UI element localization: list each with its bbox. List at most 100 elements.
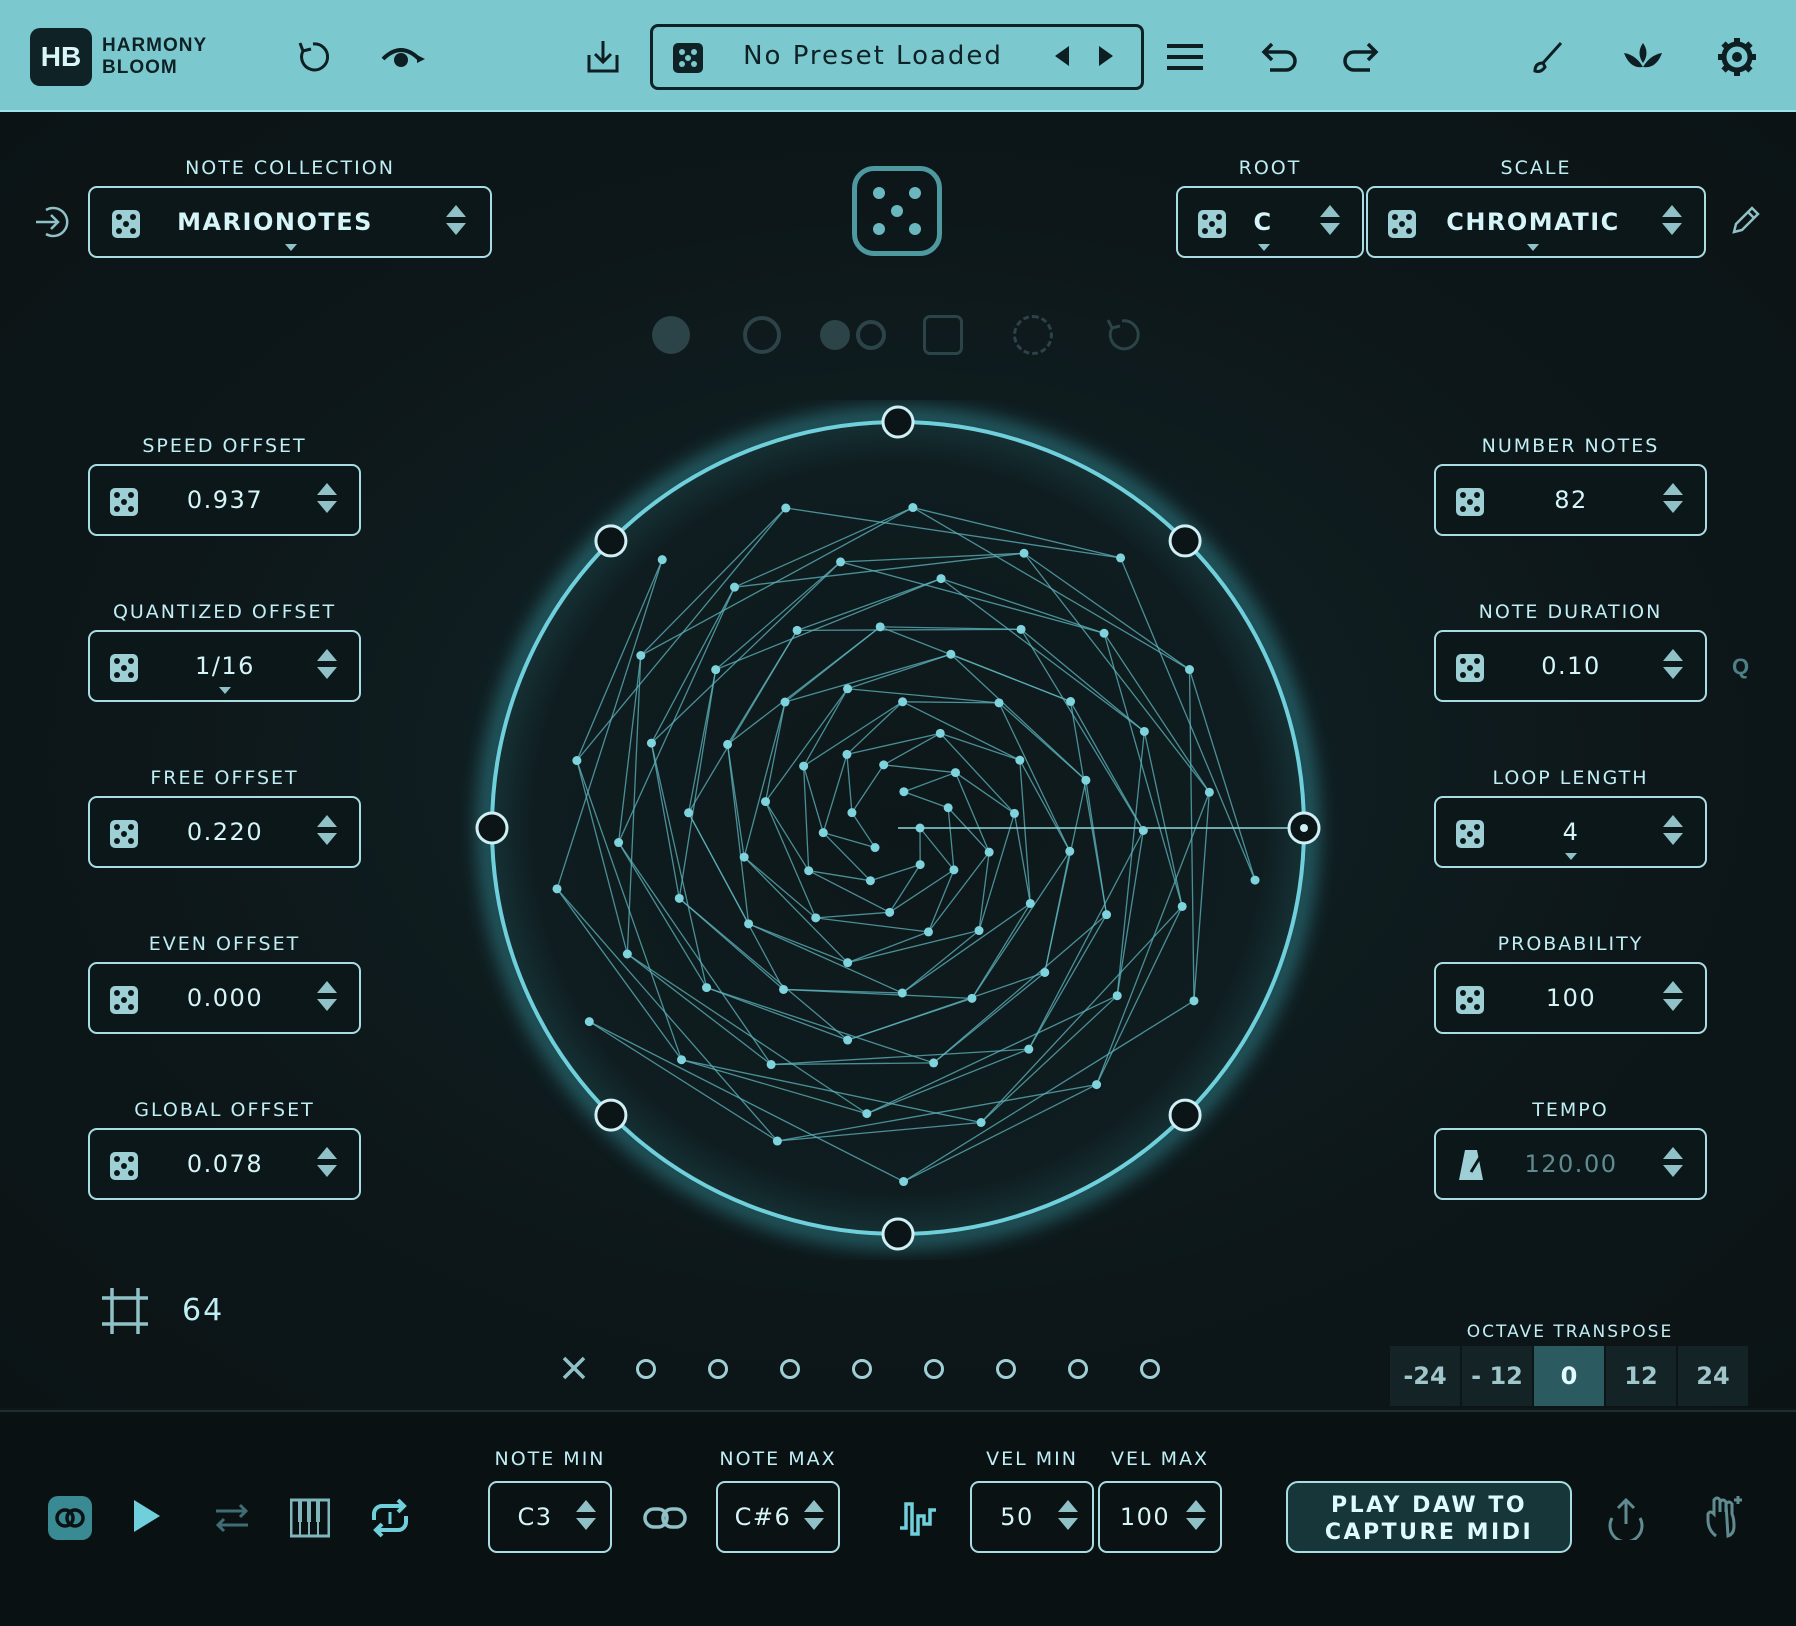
dice-icon[interactable] [1456, 986, 1484, 1014]
velocity-icon[interactable] [896, 1494, 942, 1540]
stepper-icon[interactable] [804, 1500, 824, 1530]
note-min-field[interactable]: C3 [488, 1481, 612, 1553]
edit-scale-icon[interactable] [1726, 204, 1762, 240]
number-notes-field[interactable]: 82 [1434, 464, 1707, 536]
stepper-icon[interactable] [1186, 1500, 1206, 1530]
quantize-toggle[interactable]: Q [1732, 654, 1749, 680]
probability-field[interactable]: 100 [1434, 962, 1707, 1034]
link-toggle-icon[interactable] [48, 1496, 92, 1540]
tempo-field[interactable]: 120.00 [1434, 1128, 1707, 1200]
mode-reset-icon[interactable] [1102, 315, 1142, 355]
free-offset-field[interactable]: 0.220 [88, 796, 361, 868]
note-max-field[interactable]: C#6 [716, 1481, 840, 1553]
grid-size-icon[interactable] [100, 1286, 150, 1336]
orbit-visualizer[interactable] [460, 400, 1340, 1260]
global-offset-field[interactable]: 0.078 [88, 1128, 361, 1200]
mode-double-icon[interactable] [820, 320, 850, 350]
lotus-icon[interactable] [1618, 34, 1668, 80]
dice-icon[interactable] [110, 1152, 138, 1180]
stepper-icon[interactable] [1320, 205, 1340, 235]
dice-icon[interactable] [110, 820, 138, 848]
dice-icon[interactable] [1456, 654, 1484, 682]
mode-single-icon[interactable] [652, 316, 690, 354]
dice-icon[interactable] [1198, 210, 1226, 238]
stepper-icon[interactable] [1663, 483, 1683, 513]
dice-icon[interactable] [673, 43, 703, 73]
stepper-icon[interactable] [317, 483, 337, 513]
input-arrow-icon[interactable] [32, 202, 72, 242]
stepper-icon[interactable] [446, 205, 466, 235]
mode-double-ring-icon[interactable] [856, 320, 886, 350]
dice-icon[interactable] [112, 210, 140, 238]
pattern-slot-2[interactable] [708, 1359, 728, 1379]
loop-length-field[interactable]: 4 [1434, 796, 1707, 868]
save-icon[interactable] [580, 34, 626, 80]
dice-icon[interactable] [1388, 210, 1416, 238]
octave-option[interactable]: 12 [1606, 1346, 1676, 1406]
octave-option[interactable]: -24 [1390, 1346, 1460, 1406]
loop-icon[interactable] [366, 1494, 414, 1542]
octave-option-selected[interactable]: 0 [1534, 1346, 1604, 1406]
stepper-icon[interactable] [576, 1500, 596, 1530]
octave-option[interactable]: 24 [1678, 1346, 1748, 1406]
pattern-slot-7[interactable] [1068, 1359, 1088, 1379]
pattern-slot-5[interactable] [924, 1359, 944, 1379]
pattern-slot-4[interactable] [852, 1359, 872, 1379]
next-preset-icon[interactable] [1099, 46, 1113, 66]
preset-selector[interactable]: No Preset Loaded [650, 24, 1144, 90]
stepper-icon[interactable] [317, 815, 337, 845]
note-duration-field[interactable]: 0.10 [1434, 630, 1707, 702]
link-range-icon[interactable] [642, 1498, 688, 1538]
speed-offset-field[interactable]: 0.937 [88, 464, 361, 536]
stepper-icon[interactable] [317, 1147, 337, 1177]
undo-icon[interactable] [1256, 34, 1302, 80]
piano-icon[interactable] [289, 1498, 331, 1538]
stepper-icon[interactable] [317, 649, 337, 679]
quantized-offset-field[interactable]: 1/16 [88, 630, 361, 702]
stepper-icon[interactable] [1663, 649, 1683, 679]
prev-preset-icon[interactable] [1055, 46, 1069, 66]
drag-midi-icon[interactable] [1700, 1490, 1750, 1542]
ring-handle[interactable] [1168, 1098, 1202, 1132]
stepper-icon[interactable] [1663, 1147, 1683, 1177]
root-select[interactable]: C [1176, 186, 1364, 258]
pattern-slot-3[interactable] [780, 1359, 800, 1379]
note-collection-select[interactable]: MARIONOTES [88, 186, 492, 258]
ring-handle[interactable] [475, 811, 509, 845]
brush-icon[interactable] [1524, 34, 1570, 80]
eye-icon[interactable] [378, 34, 428, 80]
menu-icon[interactable] [1162, 34, 1208, 80]
dice-icon[interactable] [1456, 488, 1484, 516]
stepper-icon[interactable] [1058, 1500, 1078, 1530]
dice-icon[interactable] [110, 488, 138, 516]
stepper-icon[interactable] [1662, 205, 1682, 235]
clear-pattern-icon[interactable] [558, 1352, 590, 1384]
octave-option[interactable]: - 12 [1462, 1346, 1532, 1406]
swap-icon[interactable] [210, 1496, 254, 1540]
mode-ring-icon[interactable] [743, 316, 781, 354]
redo-icon[interactable] [1338, 34, 1384, 80]
mode-dice-icon[interactable] [923, 315, 963, 355]
ring-handle[interactable] [594, 1098, 628, 1132]
stepper-icon[interactable] [1663, 815, 1683, 845]
pattern-slot-8[interactable] [1140, 1359, 1160, 1379]
play-icon[interactable] [134, 1500, 160, 1532]
randomize-dice-icon[interactable] [852, 166, 942, 256]
stepper-icon[interactable] [1663, 981, 1683, 1011]
ring-handle[interactable] [1168, 524, 1202, 558]
dice-icon[interactable] [1456, 820, 1484, 848]
ring-handle[interactable] [594, 524, 628, 558]
dice-icon[interactable] [110, 986, 138, 1014]
reset-icon[interactable] [290, 34, 336, 80]
ring-handle[interactable] [881, 405, 915, 439]
pattern-slot-6[interactable] [996, 1359, 1016, 1379]
scale-select[interactable]: CHROMATIC [1366, 186, 1706, 258]
pattern-slot-1[interactable] [636, 1359, 656, 1379]
export-icon[interactable] [1604, 1494, 1648, 1544]
mode-dashed-icon[interactable] [1013, 315, 1053, 355]
gear-icon[interactable] [1714, 34, 1760, 80]
vel-min-field[interactable]: 50 [970, 1481, 1094, 1553]
capture-midi-button[interactable]: PLAY DAW TO CAPTURE MIDI [1286, 1481, 1572, 1553]
dice-icon[interactable] [110, 654, 138, 682]
ring-handle[interactable] [881, 1217, 915, 1251]
